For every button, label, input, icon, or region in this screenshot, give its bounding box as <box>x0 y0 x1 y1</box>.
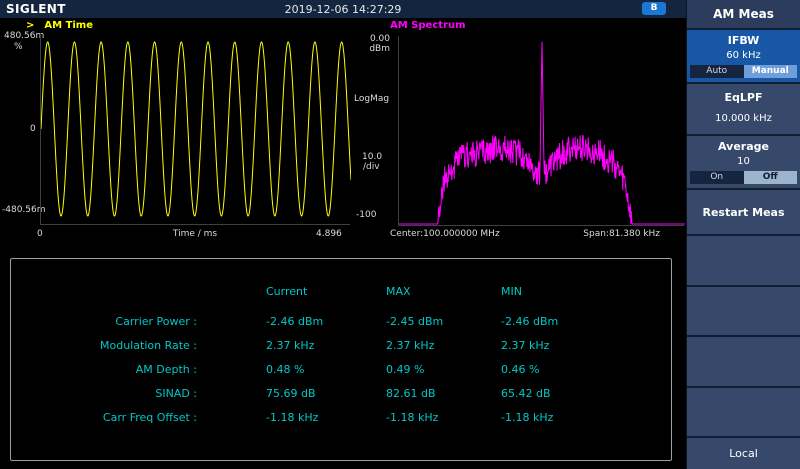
top-status-bar: SIGLENT 2019-12-06 14:27:29 B <box>0 0 686 18</box>
carrier-power-current: -2.46 dBm <box>266 315 323 328</box>
time-chart-title-text: AM Time <box>44 20 93 31</box>
softkey-menu: AM Meas IFBW 60 kHz Auto Manual EqLPF 10… <box>686 0 800 469</box>
spec-scale-label: LogMag <box>354 94 389 104</box>
column-header-min: MIN <box>501 285 522 298</box>
time-y-min-label: -480.56m <box>2 205 46 215</box>
average-button[interactable]: Average 10 On Off <box>687 136 800 190</box>
local-button[interactable]: Local <box>687 438 800 469</box>
softkey-empty-3[interactable] <box>687 337 800 388</box>
eqlpf-value: 10.000 kHz <box>687 113 800 124</box>
carr-freq-offset-current: -1.18 kHz <box>266 411 318 424</box>
average-value: 10 <box>687 156 800 167</box>
spec-div-unit-label: /div <box>363 162 380 172</box>
row-label-am-depth: AM Depth : <box>11 363 197 376</box>
spec-y-max-label: 0.00 <box>358 34 390 44</box>
time-y-max-label: 480.56m <box>4 31 38 41</box>
column-header-max: MAX <box>386 285 411 298</box>
row-label-carrier-power: Carrier Power : <box>11 315 197 328</box>
modulation-rate-min: 2.37 kHz <box>501 339 549 352</box>
time-chart-title: > AM Time <box>26 20 93 31</box>
spec-span-label: Span:81.380 kHz <box>470 229 660 239</box>
average-off-option[interactable]: Off <box>744 171 798 184</box>
ifbw-manual-option[interactable]: Manual <box>744 65 798 78</box>
ifbw-label: IFBW <box>687 30 800 47</box>
spec-y-unit-label: dBm <box>358 44 390 54</box>
usb-device-icon: B <box>642 2 666 15</box>
softkey-empty-4[interactable] <box>687 388 800 439</box>
average-label: Average <box>687 136 800 153</box>
carr-freq-offset-max: -1.18 kHz <box>386 411 438 424</box>
row-label-carr-freq-offset: Carr Freq Offset : <box>11 411 197 424</box>
softkey-empty-2[interactable] <box>687 287 800 338</box>
sinad-current: 75.69 dB <box>266 387 316 400</box>
time-y-zero-label: 0 <box>30 124 36 134</box>
spectrum-chart-title: AM Spectrum <box>390 20 466 31</box>
ifbw-value: 60 kHz <box>687 50 800 61</box>
row-label-modulation-rate: Modulation Rate : <box>11 339 197 352</box>
spec-y-min-label: -100 <box>356 210 376 220</box>
datetime-display: 2019-12-06 14:27:29 <box>0 3 686 16</box>
eqlpf-label: EqLPF <box>687 84 800 104</box>
carrier-power-min: -2.46 dBm <box>501 315 558 328</box>
instrument-screen: SIGLENT 2019-12-06 14:27:29 B > AM Time 4… <box>0 0 800 469</box>
measurement-results-table: Current MAX MIN Carrier Power : -2.46 dB… <box>10 258 672 461</box>
time-plot-area <box>40 33 350 225</box>
am-depth-current: 0.48 % <box>266 363 304 376</box>
time-x-end-label: 4.896 <box>316 229 342 239</box>
am-depth-max: 0.49 % <box>386 363 424 376</box>
spec-div-value-label: 10.0 <box>362 152 382 162</box>
am-time-waveform <box>41 33 351 225</box>
time-x-axis-label: Time / ms <box>40 229 350 239</box>
column-header-current: Current <box>266 285 307 298</box>
restart-meas-label: Restart Meas <box>702 206 784 219</box>
am-depth-min: 0.46 % <box>501 363 539 376</box>
modulation-rate-max: 2.37 kHz <box>386 339 434 352</box>
average-on-option[interactable]: On <box>690 171 744 184</box>
softkey-empty-1[interactable] <box>687 236 800 287</box>
trace-marker-icon: > <box>26 20 34 31</box>
time-y-unit-label: % <box>14 42 23 52</box>
ifbw-mode-toggle: Auto Manual <box>690 65 797 78</box>
spectrum-plot-area <box>398 36 684 226</box>
average-mode-toggle: On Off <box>690 171 797 184</box>
modulation-rate-current: 2.37 kHz <box>266 339 314 352</box>
carrier-power-max: -2.45 dBm <box>386 315 443 328</box>
row-label-sinad: SINAD : <box>11 387 197 400</box>
menu-title: AM Meas <box>687 0 800 30</box>
eqlpf-button[interactable]: EqLPF 10.000 kHz <box>687 84 800 136</box>
ifbw-auto-option[interactable]: Auto <box>690 65 744 78</box>
carr-freq-offset-min: -1.18 kHz <box>501 411 553 424</box>
local-label: Local <box>729 447 758 460</box>
restart-meas-button[interactable]: Restart Meas <box>687 190 800 236</box>
sinad-max: 82.61 dB <box>386 387 436 400</box>
ifbw-button[interactable]: IFBW 60 kHz Auto Manual <box>687 30 800 84</box>
sinad-min: 65.42 dB <box>501 387 551 400</box>
am-spectrum-trace <box>399 36 685 226</box>
